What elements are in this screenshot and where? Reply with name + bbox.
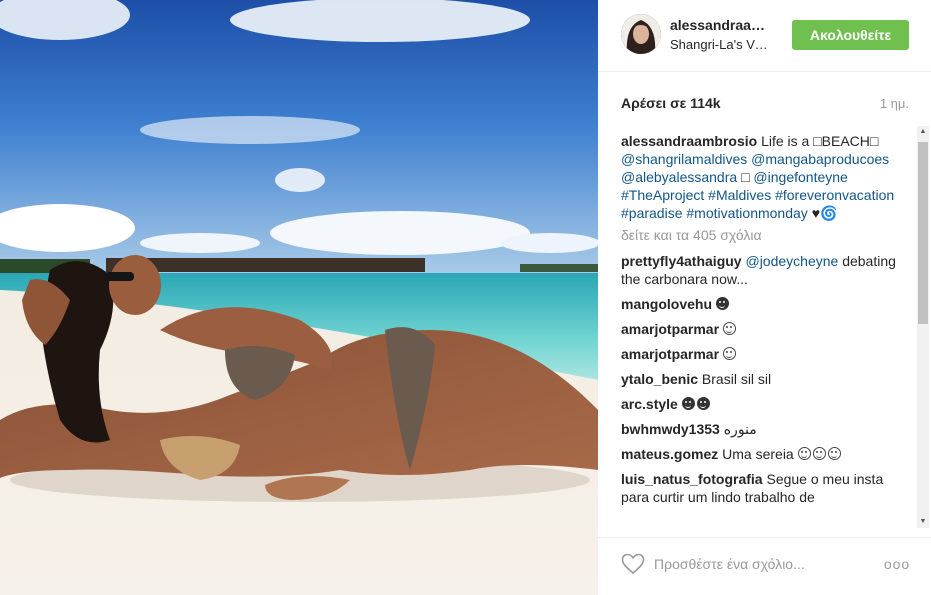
post-age[interactable]: 1 ημ. (880, 96, 909, 111)
comment-item: arc.style (621, 395, 914, 413)
smiling-face-emoji-icon (722, 347, 736, 360)
smiling-face-emoji-icon (696, 397, 710, 410)
scrollbar-thumb[interactable] (918, 142, 928, 324)
likes-count[interactable]: Αρέσει σε 114k (621, 95, 721, 111)
spiral-emoji-icon: 🌀 (820, 205, 838, 221)
tag-motivationmonday[interactable]: #motivationmonday (686, 205, 807, 221)
comment-username[interactable]: ytalo_benic (621, 371, 698, 387)
beach-photo-illustration (0, 0, 598, 595)
comment-text: منوره (723, 421, 757, 437)
post-sidebar: alessandraambrosio Shangri-La's Villingi… (598, 0, 931, 595)
comment-item: amarjotparmar (621, 345, 914, 363)
caption-username[interactable]: alessandraambrosio (621, 133, 757, 149)
comment-username[interactable]: mateus.gomez (621, 446, 718, 462)
comments-scrollbar[interactable]: ▲ ▼ (917, 126, 929, 528)
smiling-face-emoji-icon (812, 447, 826, 460)
smiling-face-emoji-icon (715, 297, 729, 310)
following-button[interactable]: Ακολουθείτε (792, 20, 909, 50)
comment-item: mangolovehu (621, 295, 914, 313)
tag-aleby[interactable]: @alebyalessandra (621, 169, 737, 185)
comment-item: mateus.gomez Uma sereia (621, 445, 914, 463)
avatar-image (621, 14, 661, 54)
post-header: alessandraambrosio Shangri-La's Villingi… (598, 0, 931, 72)
comment-username[interactable]: mangolovehu (621, 296, 712, 312)
heart-emoji-icon: ♥ (811, 205, 820, 221)
avatar[interactable] (621, 14, 661, 54)
scroll-down-arrow-icon[interactable]: ▼ (917, 516, 929, 528)
header-username[interactable]: alessandraambrosio (670, 17, 770, 33)
post-footer: ooo (598, 537, 931, 595)
tag-mangaba[interactable]: @mangabaproducoes (751, 151, 889, 167)
tag-paradise[interactable]: #paradise (621, 205, 683, 221)
more-options-icon[interactable]: ooo (883, 553, 911, 575)
comment-username[interactable]: amarjotparmar (621, 321, 719, 337)
smiling-face-emoji-icon (722, 322, 736, 335)
tag-shangrila[interactable]: @shangrilamaldives (621, 151, 747, 167)
comment-text: Uma sereia (722, 446, 794, 462)
comment-item: bwhmwdy1353 منوره (621, 420, 914, 438)
comment-username[interactable]: amarjotparmar (621, 346, 719, 362)
scroll-up-arrow-icon[interactable]: ▲ (917, 126, 929, 138)
comment-username[interactable]: bwhmwdy1353 (621, 421, 720, 437)
comment-item: luis_natus_fotografia Segue o meu insta … (621, 470, 914, 506)
caption-box-glyph: □ (741, 169, 750, 185)
tag-ingefonteyne[interactable]: @ingefonteyne (753, 169, 847, 185)
comments-list: alessandraambrosio Life is a □BEACH□ @sh… (621, 132, 914, 528)
comment-item: prettyfly4athaiguy @jodeycheyne debating… (621, 252, 914, 288)
smiling-face-emoji-icon (797, 447, 811, 460)
comment-username[interactable]: arc.style (621, 396, 678, 412)
caption-text: Life is a (761, 133, 814, 149)
add-comment-input[interactable] (654, 552, 874, 576)
comment-item: ytalo_benic Brasil sil sil (621, 370, 914, 388)
caption-beach-word: □BEACH□ (813, 133, 879, 149)
comment-item: amarjotparmar (621, 320, 914, 338)
view-all-comments-link[interactable]: δείτε και τα 405 σχόλια (621, 226, 914, 244)
smiling-face-emoji-icon (827, 447, 841, 460)
comment-username[interactable]: luis_natus_fotografia (621, 471, 763, 487)
post-photo[interactable] (0, 0, 598, 595)
heart-outline-icon[interactable] (621, 553, 645, 575)
comment-username[interactable]: prettyfly4athaiguy (621, 253, 742, 269)
instagram-post: alessandraambrosio Shangri-La's Villingi… (0, 0, 931, 595)
tag-maldives[interactable]: #Maldives (708, 187, 771, 203)
caption: alessandraambrosio Life is a □BEACH□ @sh… (621, 132, 914, 222)
smiling-face-emoji-icon (681, 397, 695, 410)
header-location[interactable]: Shangri-La's Villingili Resort and Spa (670, 37, 770, 52)
tag-foreveronvacation[interactable]: #foreveronvacation (775, 187, 894, 203)
comment-mention[interactable]: @jodeycheyne (745, 253, 838, 269)
comment-text: Brasil sil sil (701, 371, 772, 387)
tag-theaproject[interactable]: #TheAproject (621, 187, 704, 203)
